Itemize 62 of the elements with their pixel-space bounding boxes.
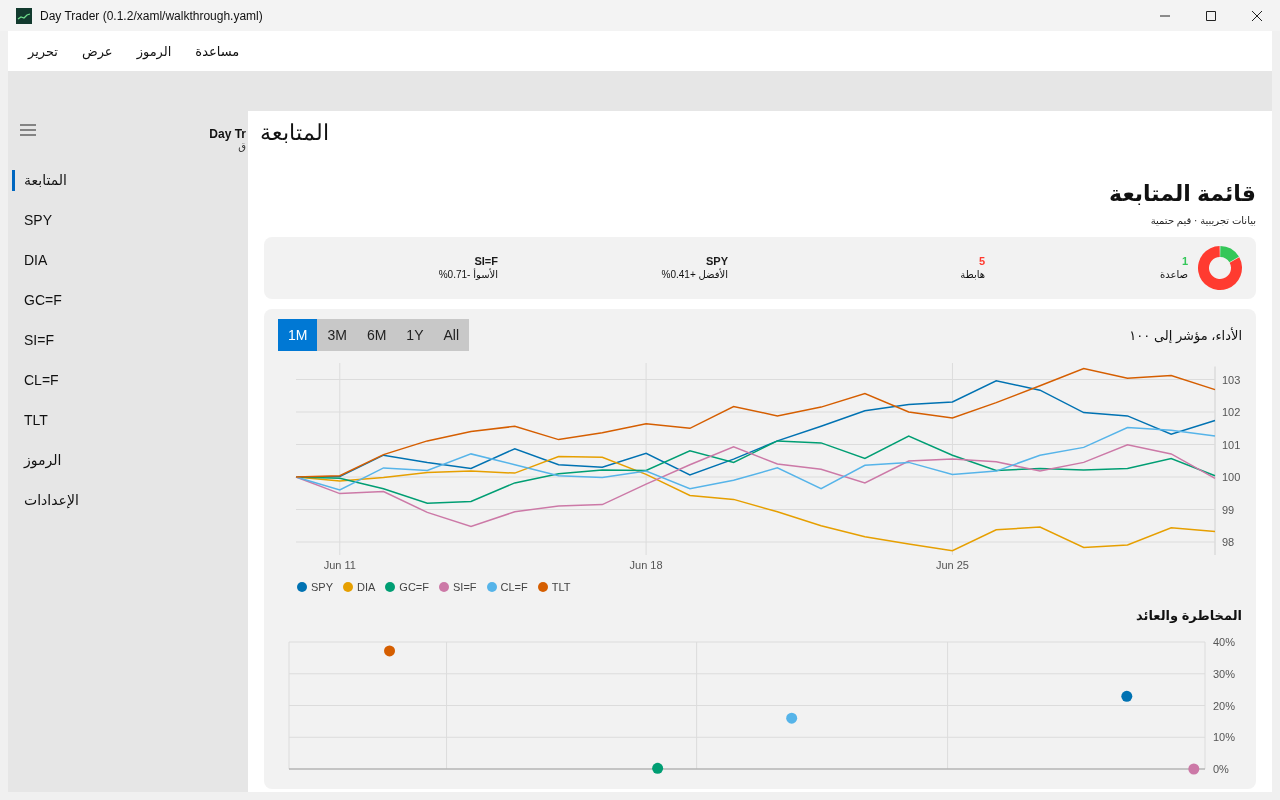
axis-label: 98: [1222, 536, 1235, 548]
data-point: [786, 712, 798, 724]
axis-label: 10%: [1213, 731, 1236, 744]
range-tab[interactable]: 3M: [317, 319, 357, 351]
menu-item[interactable]: مساعدة: [187, 39, 248, 63]
range-tab[interactable]: 1Y: [396, 319, 434, 351]
sidebar-item[interactable]: SPY: [8, 200, 248, 240]
menu-item[interactable]: الرموز: [128, 39, 180, 63]
app-name: Day Tr: [209, 127, 246, 141]
axis-label: 102: [1222, 406, 1241, 418]
axis-label: 101: [1222, 438, 1241, 451]
sidebar-item[interactable]: DIA: [8, 240, 248, 280]
menu-item[interactable]: عرض: [74, 39, 121, 63]
sidebar-item[interactable]: CL=F: [8, 360, 248, 400]
data-point: [1188, 763, 1200, 775]
data-point: [1121, 690, 1133, 702]
axis-label: Jun 11: [323, 559, 356, 571]
legend-label: TLT: [551, 581, 571, 593]
change-label: الأفضل +0.41%: [661, 268, 728, 282]
window-title: Day Trader (0.1.2/xaml/walkthrough.yaml): [40, 8, 263, 23]
symbol-label: SPY: [706, 254, 728, 268]
count-value: 5: [978, 254, 985, 268]
data-point: [384, 645, 396, 657]
section-heading: قائمة المتابعة: [1109, 180, 1256, 208]
count-label: صاعدة: [1160, 268, 1188, 282]
data-point: [652, 762, 664, 774]
count-label: هابطة: [960, 268, 985, 282]
axis-label: 40%: [1213, 636, 1236, 648]
maximize-icon: [1206, 10, 1216, 21]
axis-label: 30%: [1213, 667, 1236, 680]
axis-label: Jun 25: [935, 559, 969, 571]
legend-label: SI=F: [453, 581, 477, 593]
axis-label: 0%: [1213, 763, 1229, 775]
section-subtitle: بيانات تجريبية · قيم حتمية: [1150, 215, 1256, 226]
legend-label: CL=F: [500, 581, 528, 593]
axis-label: 100: [1222, 471, 1241, 483]
axis-label: 20%: [1213, 699, 1236, 712]
range-tab[interactable]: 6M: [356, 319, 397, 351]
range-tab[interactable]: All: [433, 319, 470, 351]
menu-item[interactable]: تحرير: [20, 39, 66, 63]
app-subtitle: ق: [238, 141, 246, 153]
legend-label: GC=F: [399, 581, 429, 593]
sidebar-item[interactable]: GC=F: [8, 280, 248, 320]
sidebar-item[interactable]: الرموز: [8, 440, 248, 480]
change-label: الأسوأ -0.71%: [438, 268, 498, 282]
close-icon: [1252, 10, 1262, 21]
axis-label: 99: [1222, 503, 1235, 516]
chart-title: الأداء، مؤشر إلى ١٠٠: [1129, 327, 1242, 343]
legend-label: SPY: [311, 581, 333, 593]
sidebar-item[interactable]: SI=F: [8, 320, 248, 360]
legend-label: DIA: [357, 581, 376, 593]
sidebar-item[interactable]: الإعدادات: [8, 480, 248, 520]
page-title: المتابعة: [260, 120, 329, 146]
axis-label: Jun 18: [629, 559, 663, 571]
range-tab[interactable]: 1M: [278, 319, 318, 351]
count-value: 1: [1181, 254, 1188, 268]
chart-title: المخاطرة والعائد: [1136, 608, 1242, 623]
symbol-label: SI=F: [474, 254, 498, 268]
axis-label: 103: [1222, 373, 1241, 386]
sidebar-item[interactable]: TLT: [8, 400, 248, 440]
menu-icon[interactable]: [20, 124, 36, 136]
app-logo-icon: [16, 7, 32, 24]
